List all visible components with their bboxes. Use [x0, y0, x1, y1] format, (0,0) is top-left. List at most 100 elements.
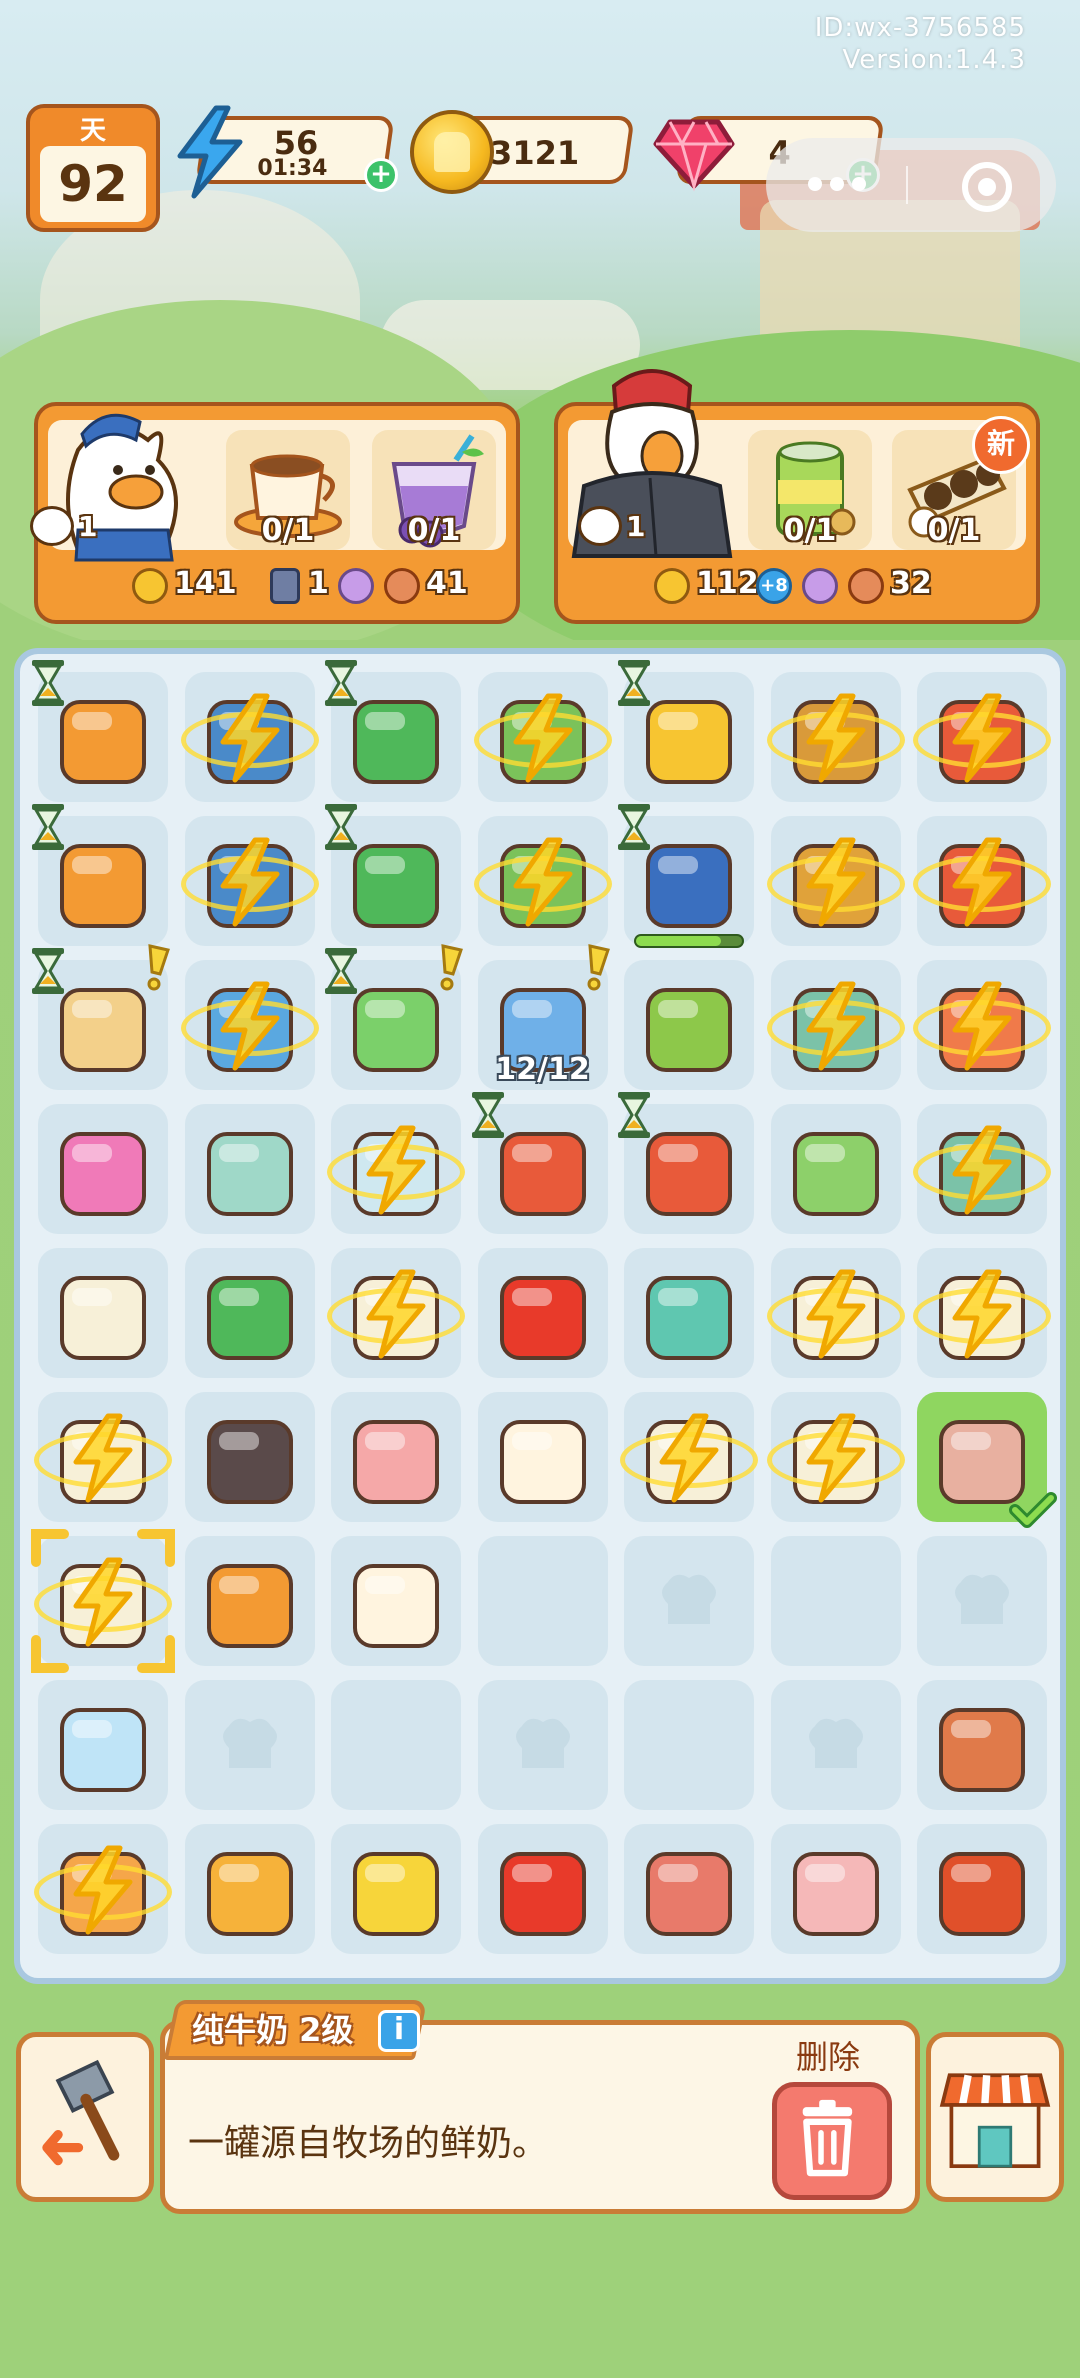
lightning-lock-icon — [659, 1413, 719, 1503]
board-cell[interactable] — [477, 1392, 608, 1522]
board-cell[interactable] — [325, 804, 461, 946]
board-cell[interactable] — [31, 1529, 175, 1673]
hourglass-icon — [325, 948, 357, 994]
order-card-1[interactable]: 1 0/1 0/1 141 1 41 — [30, 402, 520, 624]
hourglass-icon — [32, 660, 64, 706]
board-cell[interactable] — [766, 960, 905, 1090]
crab-icon — [646, 1276, 732, 1360]
board-cell[interactable] — [325, 660, 461, 802]
board-cell[interactable] — [184, 1248, 315, 1378]
board-cell[interactable] — [770, 1680, 901, 1810]
lightning-lock-icon — [73, 1413, 133, 1503]
board-cell[interactable] — [624, 1680, 754, 1810]
shop-icon — [939, 2073, 1051, 2169]
lightning-lock-icon — [513, 837, 572, 927]
board-cell[interactable]: 12/12 — [477, 944, 610, 1090]
microwave-icon — [60, 1132, 146, 1216]
board-cell[interactable] — [618, 1092, 754, 1234]
tomato-icon — [499, 1276, 586, 1360]
board-cell[interactable] — [32, 660, 168, 802]
board-cell[interactable] — [913, 816, 1051, 946]
hourglass-icon — [618, 660, 650, 706]
board-cell[interactable] — [331, 1824, 461, 1954]
board-cell[interactable] — [331, 1392, 461, 1522]
board-cell[interactable] — [473, 816, 612, 946]
board-cell[interactable] — [624, 1248, 754, 1378]
board-cell[interactable] — [34, 1392, 172, 1522]
lightning-lock-icon — [220, 837, 279, 927]
board-cell[interactable] — [917, 1824, 1047, 1954]
board-cell[interactable] — [766, 672, 905, 802]
ruby-gem-icon — [653, 119, 735, 192]
board-cell[interactable] — [770, 1536, 901, 1666]
board-cell[interactable] — [477, 1248, 608, 1378]
board-cell[interactable] — [913, 1104, 1051, 1234]
delete-button[interactable] — [772, 2082, 892, 2200]
board-cell[interactable] — [477, 1680, 608, 1810]
meatball-icon — [939, 1852, 1025, 1936]
board-cell[interactable] — [913, 672, 1051, 802]
board-cell[interactable] — [766, 1392, 905, 1522]
board-cell[interactable] — [184, 1680, 315, 1810]
board-cell[interactable] — [32, 944, 170, 1090]
coffee-cup-small-icon — [353, 1564, 439, 1648]
board-cell[interactable] — [38, 1680, 168, 1810]
board-cell[interactable] — [620, 1392, 758, 1522]
board-cell[interactable] — [913, 960, 1051, 1090]
board-cell[interactable] — [180, 960, 319, 1090]
board-cell[interactable] — [38, 1104, 168, 1234]
board-cell[interactable] — [184, 1824, 315, 1954]
hourglass-icon — [618, 804, 650, 850]
board-cell[interactable] — [471, 1092, 608, 1234]
checkmark-icon — [1009, 1492, 1057, 1528]
board-cell[interactable] — [624, 1536, 754, 1666]
board-cell[interactable] — [618, 804, 754, 948]
card-small-icon — [270, 568, 300, 604]
day-counter: 天 92 — [26, 104, 160, 232]
order-card-2[interactable]: 1 0/1 0/1 新 112 +8 32 — [554, 369, 1040, 624]
board-cell[interactable] — [331, 1536, 461, 1666]
board-cell[interactable] — [184, 1536, 315, 1666]
board-cell[interactable] — [477, 1536, 608, 1666]
board-cell[interactable] — [624, 960, 754, 1090]
board-cell[interactable] — [917, 1680, 1047, 1810]
energy-plus-button[interactable]: + — [364, 158, 398, 192]
board-cell[interactable] — [180, 816, 319, 946]
board-cell[interactable] — [180, 672, 319, 802]
board-cell[interactable] — [477, 1824, 608, 1954]
board-cell[interactable] — [34, 1824, 172, 1954]
board-cell[interactable] — [618, 660, 754, 802]
order-1-reward-coins: 141 — [174, 566, 237, 601]
exclamation-icon — [587, 944, 610, 991]
vegetable-crate-icon — [646, 988, 732, 1072]
board-cell[interactable] — [766, 1248, 905, 1378]
board-cell[interactable] — [331, 1680, 461, 1810]
menu-capsule — [766, 138, 1056, 232]
board-cell[interactable] — [770, 1824, 901, 1954]
board-cell[interactable] — [32, 804, 168, 946]
board-cell[interactable] — [327, 1104, 465, 1234]
order-2-item-1-progress: 0/1 — [783, 513, 837, 548]
board-cell[interactable] — [327, 1248, 465, 1378]
board-cell[interactable] — [766, 816, 905, 946]
info-button[interactable]: i — [378, 2010, 420, 2052]
duck-customer-icon — [66, 413, 178, 562]
board-cell[interactable] — [473, 672, 612, 802]
board-cell[interactable] — [38, 1248, 168, 1378]
board-cell[interactable] — [624, 1824, 754, 1954]
board-cell[interactable] — [913, 1248, 1051, 1378]
lightning-lock-icon — [73, 1845, 133, 1935]
board-cell[interactable] — [325, 944, 463, 1090]
exclamation-icon — [440, 944, 463, 991]
board-cell[interactable] — [917, 1392, 1057, 1528]
close-target-icon[interactable] — [962, 162, 1012, 212]
board-cell[interactable] — [917, 1536, 1047, 1666]
user-id: ID:wx-3756585 — [814, 13, 1026, 43]
board-cell[interactable] — [184, 1104, 315, 1234]
more-menu-icon[interactable] — [808, 176, 874, 195]
board-cell[interactable] — [184, 1392, 315, 1522]
board-cell[interactable] — [770, 1104, 901, 1234]
shop-button[interactable] — [926, 2032, 1064, 2202]
coin-small-icon — [132, 568, 168, 604]
hammer-button[interactable] — [16, 2032, 154, 2202]
